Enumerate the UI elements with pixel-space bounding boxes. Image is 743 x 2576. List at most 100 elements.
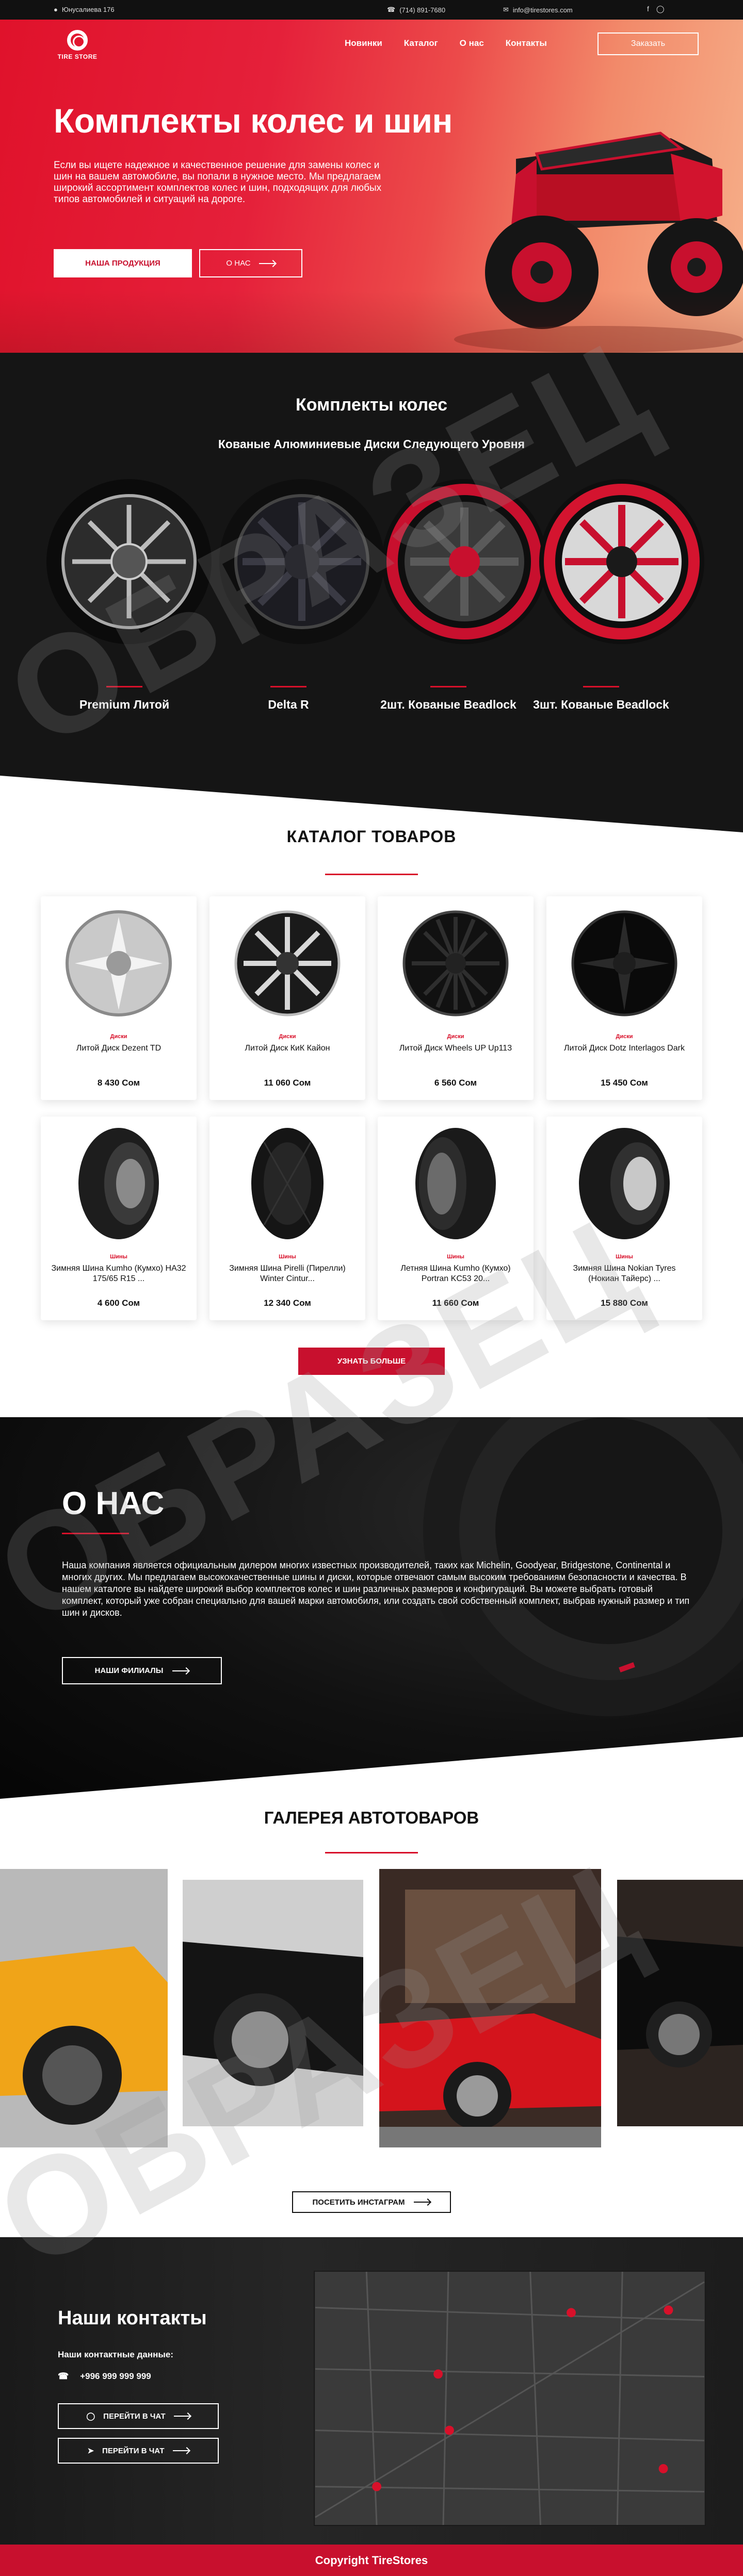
product-card[interactable]: Шины Зимняя Шина Kumho (Кумхо) HA32 175/… — [41, 1117, 197, 1320]
footer: Copyright TireStores — [0, 2545, 743, 2576]
facebook-icon[interactable]: f — [647, 5, 649, 13]
rim-beadlock-2pc — [382, 479, 547, 644]
phone-text[interactable]: (714) 891-7680 — [399, 6, 445, 14]
arrow-right-icon — [259, 262, 276, 264]
kit-divider — [583, 686, 619, 687]
product-category: Диски — [447, 1033, 464, 1040]
mail-icon: ✉ — [503, 6, 509, 13]
logo[interactable]: TIRE STORE — [54, 30, 101, 66]
kit-divider — [106, 686, 142, 687]
page: ● Юнусалиева 176 ☎ (714) 891-7680 ✉ info… — [0, 0, 743, 2576]
email[interactable]: ✉ info@tirestores.com — [503, 6, 573, 14]
about-section: О НАС Наша компания является официальным… — [0, 1417, 743, 1799]
product-name[interactable]: Литой Диск Dotz Interlagos Dark — [557, 1043, 692, 1064]
whatsapp-chat-button[interactable]: ◯ ПЕРЕЙТИ В ЧАТ — [58, 2403, 219, 2429]
product-name[interactable]: Зимняя Шина Nokian Tyres (Нокиан Тайерс)… — [557, 1264, 692, 1284]
kits-title: Комплекты колес — [296, 395, 447, 415]
product-name[interactable]: Литой Диск Wheels UP Up113 — [388, 1043, 523, 1064]
telegram-chat-button[interactable]: ➤ ПЕРЕЙТИ В ЧАТ — [58, 2438, 219, 2464]
logo-text: TIRE STORE — [57, 53, 98, 60]
hero-text: Если вы ищете надежное и качественное ре… — [54, 160, 382, 205]
gallery-photo-yellow-car[interactable] — [0, 1869, 168, 2147]
kit-divider — [430, 686, 466, 687]
branches-button[interactable]: НАШИ ФИЛИАЛЫ — [62, 1657, 222, 1684]
kit-label-premium[interactable]: Premium Литой — [47, 697, 202, 712]
product-card[interactable]: Диски Литой Диск Wheels UP Up113 6 560 С… — [378, 896, 534, 1100]
hero-title: Комплекты колес и шин — [54, 102, 453, 140]
product-price: 15 450 Сом — [601, 1078, 648, 1088]
product-category: Шины — [447, 1254, 464, 1260]
product-card[interactable]: Диски Литой Диск Dezent TD 8 430 Сом — [41, 896, 197, 1100]
kits-subtitle: Кованые Алюминиевые Диски Следующего Уро… — [218, 437, 525, 451]
arrow-right-icon — [172, 2450, 189, 2451]
product-name[interactable]: Летняя Шина Kumho (Кумхо) Portran KC53 2… — [388, 1264, 523, 1284]
products-button[interactable]: НАША ПРОДУКЦИЯ — [54, 249, 192, 277]
nav-item-about[interactable]: О нас — [460, 38, 484, 48]
contacts-section: Наши контакты Наши контактные данные: ☎ … — [0, 2237, 743, 2545]
gallery-divider — [325, 1852, 418, 1853]
about-title: О НАС — [62, 1486, 165, 1521]
order-button[interactable]: Заказать — [597, 32, 699, 55]
wheel-image — [402, 910, 509, 1016]
product-card[interactable]: Шины Зимняя Шина Pirelli (Пирелли) Winte… — [209, 1117, 365, 1320]
nav-item-new[interactable]: Новинки — [345, 38, 382, 48]
atv-image — [454, 132, 743, 353]
wheel-image — [234, 910, 341, 1016]
instagram-button-label: ПОСЕТИТЬ ИНСТАГРАМ — [312, 2197, 405, 2207]
rim-delta-r — [219, 479, 384, 644]
tire-image — [579, 1128, 670, 1239]
product-category: Диски — [279, 1033, 296, 1040]
kit-label-beadlock-2[interactable]: 2шт. Кованые Beadlock — [371, 697, 526, 712]
product-name[interactable]: Зимняя Шина Kumho (Кумхо) HA32 175/65 R1… — [51, 1264, 186, 1284]
telegram-chat-label: ПЕРЕЙТИ В ЧАТ — [102, 2446, 165, 2455]
product-card[interactable]: Диски Литой Диск Dotz Interlagos Dark 15… — [546, 896, 702, 1100]
social-links: f ◯ — [647, 5, 665, 13]
top-bar: ● Юнусалиева 176 ☎ (714) 891-7680 ✉ info… — [0, 0, 743, 20]
kit-label-beadlock-3[interactable]: 3шт. Кованые Beadlock — [524, 697, 679, 712]
tire-image — [251, 1128, 324, 1239]
tire-logo-icon — [67, 30, 88, 51]
main-nav: Новинки Каталог О нас Контакты — [345, 38, 547, 48]
instagram-button[interactable]: ПОСЕТИТЬ ИНСТАГРАМ — [292, 2191, 451, 2213]
whatsapp-icon: ◯ — [86, 2412, 95, 2421]
gallery-photo-red-car[interactable] — [379, 1869, 601, 2147]
product-category: Диски — [110, 1033, 127, 1040]
product-price: 12 340 Сом — [264, 1298, 311, 1308]
map[interactable] — [314, 2271, 706, 2526]
phone[interactable]: ☎ (714) 891-7680 — [387, 6, 445, 14]
product-price: 11 060 Сом — [264, 1078, 311, 1088]
product-name[interactable]: Зимняя Шина Pirelli (Пирелли) Winter Cin… — [220, 1264, 355, 1284]
tire-image — [415, 1128, 496, 1239]
tire-image — [78, 1128, 159, 1239]
arrow-right-icon — [173, 2416, 190, 2417]
instagram-icon[interactable]: ◯ — [656, 5, 665, 13]
contacts-phone[interactable]: ☎ +996 999 999 999 — [58, 2371, 151, 2382]
product-card[interactable]: Диски Литой Диск КиК Кайон 11 060 Сом — [209, 896, 365, 1100]
product-card[interactable]: Шины Летняя Шина Kumho (Кумхо) Portran K… — [378, 1117, 534, 1320]
about-button[interactable]: О НАС — [199, 249, 302, 277]
product-price: 15 880 Сом — [601, 1298, 648, 1308]
product-name[interactable]: Литой Диск КиК Кайон — [220, 1043, 355, 1064]
kit-divider — [270, 686, 306, 687]
location-pin-icon: ● — [54, 6, 58, 13]
product-card[interactable]: Шины Зимняя Шина Nokian Tyres (Нокиан Та… — [546, 1117, 702, 1320]
rim-premium — [46, 479, 212, 644]
hero-section: TIRE STORE Новинки Каталог О нас Контакт… — [0, 20, 743, 353]
about-divider — [62, 1533, 129, 1534]
product-name[interactable]: Литой Диск Dezent TD — [51, 1043, 186, 1064]
contacts-phone-text[interactable]: +996 999 999 999 — [80, 2371, 151, 2382]
email-text[interactable]: info@tirestores.com — [513, 6, 573, 14]
product-category: Шины — [110, 1254, 127, 1260]
address-text: Юнусалиева 176 — [61, 6, 115, 13]
nav-item-contacts[interactable]: Контакты — [506, 38, 547, 48]
nav-item-catalog[interactable]: Каталог — [404, 38, 438, 48]
product-category: Шины — [279, 1254, 296, 1260]
kit-label-delta[interactable]: Delta R — [211, 697, 366, 712]
product-price: 8 430 Сом — [97, 1078, 140, 1088]
about-button-label: О НАС — [226, 259, 251, 268]
gallery-photo-black-car[interactable] — [183, 1880, 363, 2126]
learn-more-button[interactable]: УЗНАТЬ БОЛЬШЕ — [298, 1348, 445, 1375]
product-category: Диски — [616, 1033, 633, 1040]
product-price: 4 600 Сом — [97, 1298, 140, 1308]
gallery-photo-classic-car[interactable] — [617, 1880, 743, 2126]
